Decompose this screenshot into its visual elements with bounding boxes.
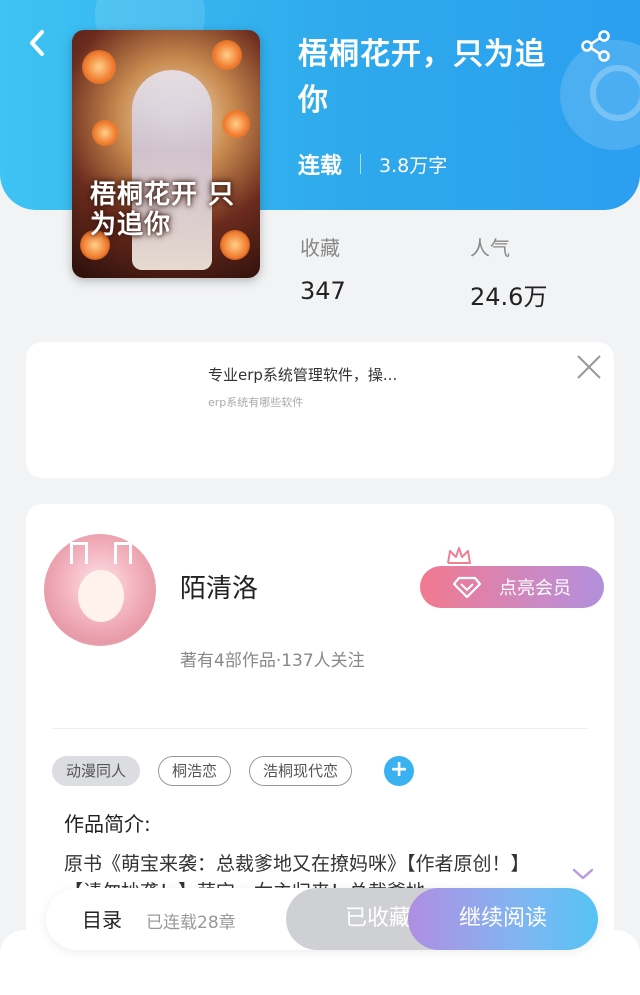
diamond-icon xyxy=(452,576,482,599)
intro-text: 原书《萌宝来袭：总裁爹地又在撩妈咪》【作者原创！】【请勿抄袭！】萌宝、女主归来！… xyxy=(64,853,530,888)
cover-character xyxy=(132,70,212,270)
author-avatar[interactable] xyxy=(44,534,156,646)
book-meta: 连载 3.8万字 xyxy=(298,148,447,180)
book-title: 梧桐花开，只为追你 xyxy=(298,37,546,118)
stat-favorites: 收藏 347 xyxy=(300,232,346,305)
ad-title[interactable]: 专业erp系统管理软件，操... xyxy=(208,364,397,385)
plus-icon[interactable]: + xyxy=(384,756,415,786)
crown-icon xyxy=(446,546,472,566)
close-icon[interactable] xyxy=(574,352,604,382)
author-name[interactable]: 陌清洛 xyxy=(180,568,258,605)
tag-list: 动漫同人 桐浩恋 浩桐现代恋 + xyxy=(52,756,415,786)
continue-reading-button[interactable]: 继续阅读 xyxy=(408,888,598,950)
intro-label: 作品简介: xyxy=(64,812,151,836)
cover-lantern xyxy=(222,110,250,138)
author-stats: 著有4部作品·137人关注 xyxy=(180,651,365,671)
chapter-count[interactable]: 已连载28章 xyxy=(146,908,236,933)
book-cover[interactable]: 梧桐花开 只为追你 xyxy=(72,30,260,278)
cover-lantern xyxy=(82,50,116,84)
vip-button-label: 点亮会员 xyxy=(499,578,571,599)
tag-item[interactable]: 桐浩恋 xyxy=(158,756,232,786)
share-icon[interactable] xyxy=(578,28,614,64)
toc-button[interactable]: 目录 xyxy=(82,904,122,933)
cover-lantern xyxy=(212,40,242,70)
avatar-face xyxy=(78,570,124,622)
serial-status: 连载 xyxy=(298,154,343,179)
stat-label: 人气 xyxy=(470,236,510,260)
bottom-action-bar: 目录 已连载28章 已收藏 继续阅读 xyxy=(46,888,598,950)
avatar-cat-ear xyxy=(114,542,132,564)
divider xyxy=(52,728,588,729)
cover-title-art: 梧桐花开 只为追你 xyxy=(90,180,236,240)
tag-item[interactable]: 动漫同人 xyxy=(52,756,141,786)
decor-ring xyxy=(590,65,640,121)
tag-item[interactable]: 浩桐现代恋 xyxy=(249,756,353,786)
meta-divider xyxy=(360,154,362,174)
word-count: 3.8万字 xyxy=(379,154,448,177)
stat-value: 347 xyxy=(300,277,346,305)
stat-value: 24.6万 xyxy=(470,283,548,311)
chevron-down-icon[interactable] xyxy=(572,866,594,880)
cover-lantern xyxy=(92,120,118,146)
ad-subtitle: erp系统有哪些软件 xyxy=(208,396,304,409)
stat-label: 收藏 xyxy=(300,236,340,260)
ad-banner[interactable]: 专业erp系统管理软件，操... erp系统有哪些软件 xyxy=(26,342,614,478)
vip-button[interactable]: 点亮会员 xyxy=(420,566,604,608)
avatar-cat-ear xyxy=(70,542,88,564)
stat-popularity: 人气 24.6万 xyxy=(470,232,547,312)
back-arrow-icon[interactable] xyxy=(22,26,52,60)
